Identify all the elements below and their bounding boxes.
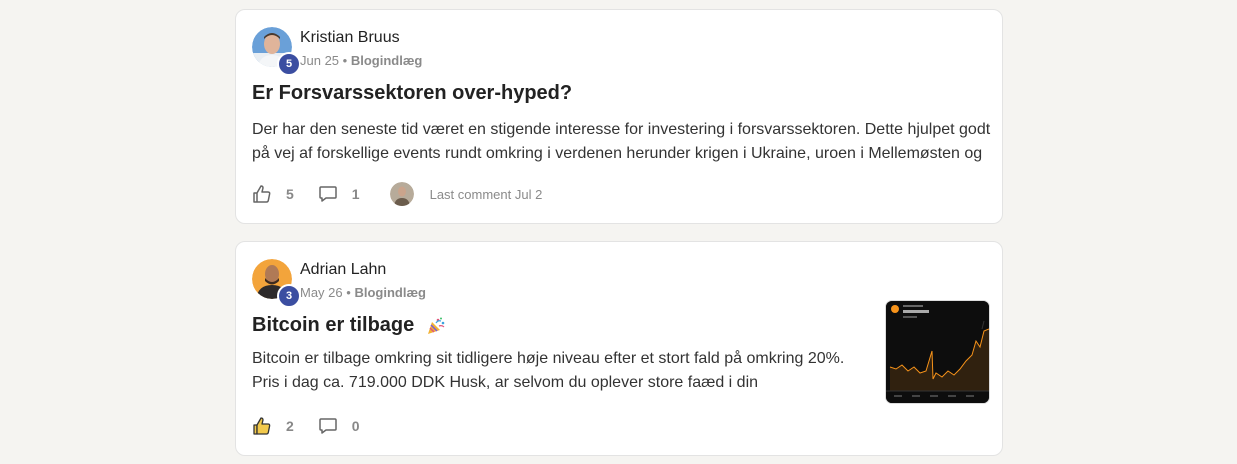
comment-icon (319, 418, 337, 434)
excerpt-line: Pris i dag ca. 719.000 DDK Husk, ar selv… (252, 374, 759, 391)
post-excerpt[interactable]: Der har den seneste tid været en stigend… (252, 118, 997, 166)
author-name[interactable]: Kristian Bruus (300, 29, 400, 47)
like-count: 2 (286, 418, 294, 434)
party-popper-icon (427, 317, 445, 334)
post-title[interactable]: Er Forsvarssektoren over-hyped? (252, 82, 572, 105)
thumbs-up-filled-icon (253, 417, 271, 435)
post-category[interactable]: Blogindlæg (354, 285, 426, 300)
excerpt-line: Bitcoin er tilbage omkring sit tidligere… (252, 350, 845, 367)
post-meta: Jun 25 • Blogindlæg (300, 53, 422, 68)
level-badge: 5 (277, 52, 301, 76)
comment-button[interactable]: 1 (318, 184, 384, 204)
post-category[interactable]: Blogindlæg (351, 53, 423, 68)
post-date: May 26 (300, 285, 343, 300)
post-actions: 2 0 (252, 412, 384, 440)
comment-button[interactable]: 0 (318, 416, 384, 436)
post-title-wrap[interactable]: Bitcoin er tilbage (252, 314, 446, 337)
meta-separator: • (346, 285, 351, 300)
comment-count: 0 (351, 418, 360, 434)
thumbs-up-icon (253, 185, 271, 203)
like-button[interactable]: 5 (252, 184, 318, 204)
like-count: 5 (286, 186, 294, 202)
author-avatar[interactable]: 5 (252, 27, 301, 76)
excerpt-line: på vej af forskellige events rundt omkri… (252, 145, 983, 162)
post-meta: May 26 • Blogindlæg (300, 285, 426, 300)
comment-icon (319, 186, 337, 202)
last-commenter-avatar[interactable] (389, 182, 414, 206)
post-date: Jun 25 (300, 53, 340, 68)
last-comment-text: Last comment Jul 2 (429, 186, 543, 202)
like-button[interactable]: 2 (252, 416, 318, 436)
level-badge: 3 (277, 284, 301, 308)
post-title: Bitcoin er tilbage (252, 314, 415, 336)
comment-count: 1 (351, 186, 360, 202)
meta-separator: • (342, 53, 348, 68)
post-excerpt[interactable]: Bitcoin er tilbage omkring sit tidligere… (252, 347, 862, 395)
excerpt-line: Der har den seneste tid været en stigend… (252, 121, 991, 138)
post-thumbnail[interactable] (885, 300, 990, 404)
author-name[interactable]: Adrian Lahn (300, 261, 386, 279)
post-card[interactable]: 3 Adrian Lahn May 26 • Blogindlæg Bitcoi… (235, 241, 1003, 456)
post-card[interactable]: 5 Kristian Bruus Jun 25 • Blogindlæg Er … (235, 9, 1003, 224)
author-avatar[interactable]: 3 (252, 259, 301, 308)
post-actions: 5 1 Last comment Jul 2 (252, 180, 542, 208)
bitcoin-chart-image (886, 301, 989, 403)
